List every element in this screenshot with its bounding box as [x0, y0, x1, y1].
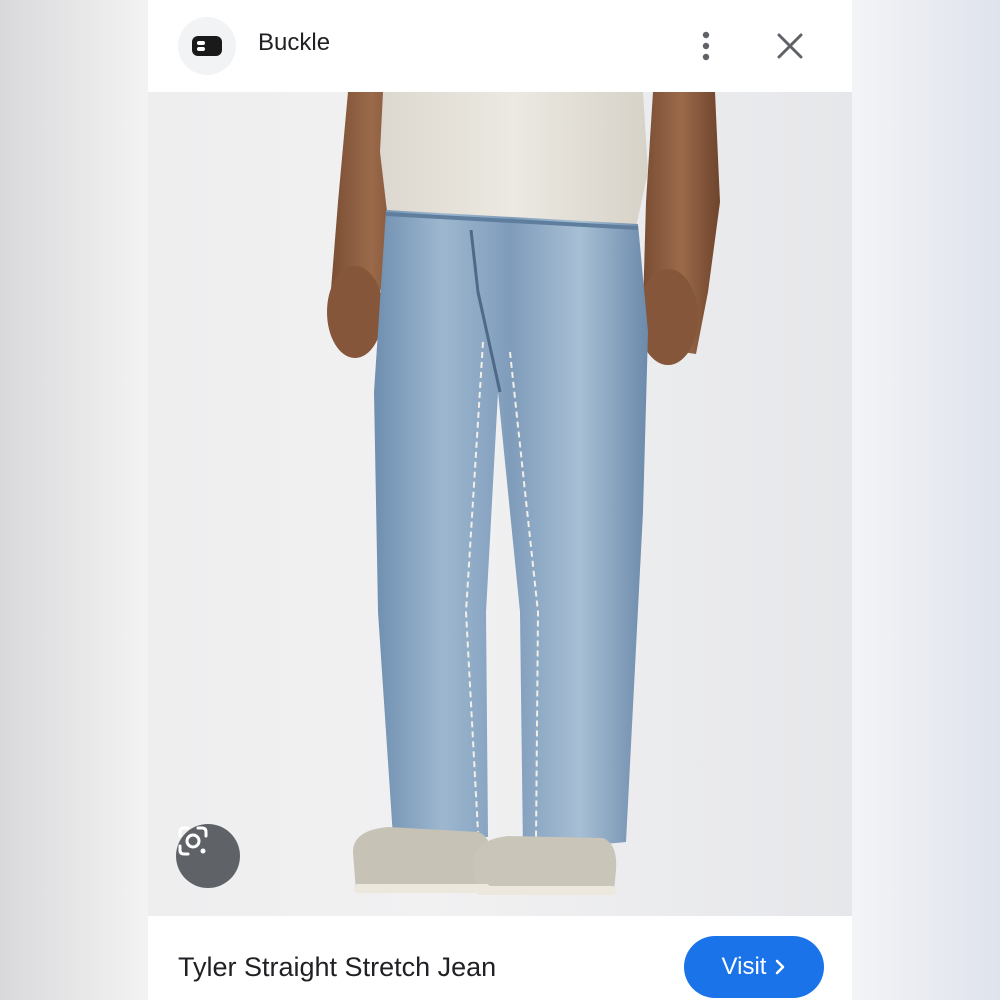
buckle-logo-icon [192, 36, 222, 56]
visit-button[interactable]: Visit [684, 936, 824, 998]
jeans-model-illustration [327, 92, 720, 895]
background-right-blur [852, 0, 1000, 1000]
site-name[interactable]: Buckle [258, 29, 330, 57]
close-button[interactable] [770, 26, 810, 66]
visit-label: Visit [721, 953, 767, 980]
site-favicon[interactable] [178, 17, 236, 75]
image-preview-card: Buckle Tyler Straight Stretch Jean Visit [148, 0, 852, 1000]
product-title[interactable]: Tyler Straight Stretch Jean [178, 952, 496, 983]
preview-footer: Tyler Straight Stretch Jean Visit [148, 916, 852, 1000]
chevron-right-icon [776, 959, 785, 975]
close-icon [777, 33, 803, 59]
more-vert-icon [702, 31, 710, 61]
product-image[interactable] [148, 92, 852, 916]
more-options-button[interactable] [688, 26, 724, 66]
google-lens-button[interactable] [176, 824, 240, 888]
background-left-blur [0, 0, 148, 1000]
google-lens-icon [178, 826, 208, 856]
preview-header: Buckle [148, 0, 852, 92]
